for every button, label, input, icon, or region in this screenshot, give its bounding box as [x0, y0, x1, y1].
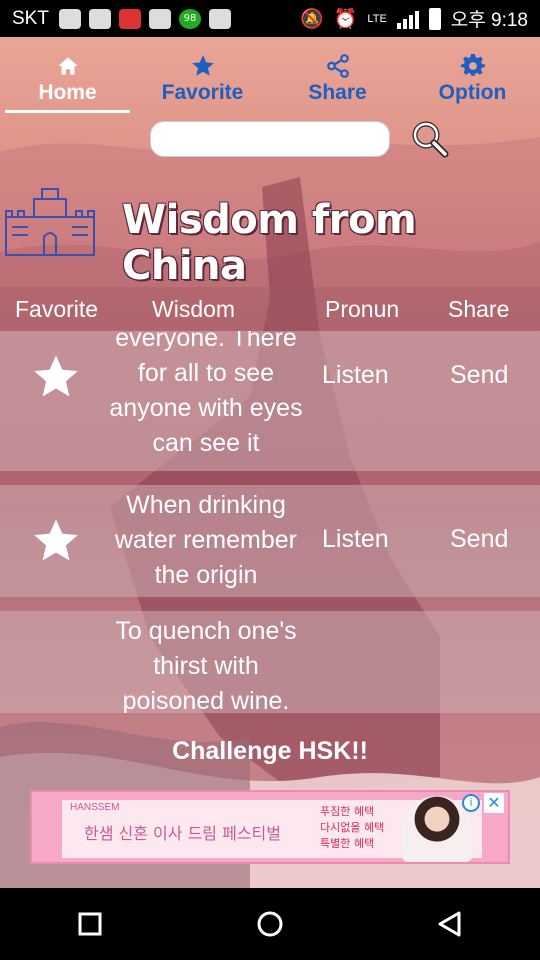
- wisdom-line: To quench one's: [115, 617, 297, 645]
- ad-close-icon[interactable]: ✕: [484, 793, 504, 813]
- chat-icon: [58, 8, 81, 29]
- system-icons: 🔕 ⏰ LTE 오후 9:18: [300, 5, 528, 32]
- tab-option-label: Option: [438, 81, 507, 104]
- ad-offer-line: 푸짐한 혜택: [320, 805, 375, 818]
- header-share: Share: [448, 295, 510, 322]
- favorite-star-icon[interactable]: [30, 515, 82, 567]
- header-pronun: Pronun: [325, 295, 400, 322]
- ad-headline: 한샘 신혼 이사 드림 페스티벌: [84, 824, 281, 843]
- send-button[interactable]: Send: [450, 361, 508, 390]
- table-row: When drinking water remember the origin …: [0, 485, 540, 597]
- clock: 오후 9:18: [450, 10, 528, 31]
- image-icon: [208, 8, 231, 29]
- wisdom-list[interactable]: everyone. There for all to see anyone wi…: [0, 331, 540, 714]
- search-input[interactable]: [150, 121, 390, 157]
- wisdom-line: water remember: [115, 526, 297, 554]
- recents-icon[interactable]: [72, 906, 108, 942]
- gate-logo-icon: [5, 188, 95, 256]
- table-row: everyone. There for all to see anyone wi…: [0, 331, 540, 471]
- mute-icon: 🔕: [300, 8, 324, 30]
- ad-offer-line: 다시없을 혜택: [320, 821, 385, 834]
- header-wisdom: Wisdom: [152, 295, 236, 322]
- link-icon: [148, 8, 171, 29]
- listen-button[interactable]: Listen: [322, 361, 389, 390]
- battery-icon: [428, 7, 441, 30]
- wisdom-text: everyone. There for all to see anyone wi…: [90, 331, 322, 461]
- send-button[interactable]: Send: [450, 525, 508, 554]
- header-favorite: Favorite: [15, 295, 99, 322]
- wisdom-line: everyone. There: [115, 331, 297, 352]
- status-bar: SKT 98 🔕 ⏰ LTE 오후 9:18: [0, 0, 540, 37]
- table-header: Favorite Wisdom Pronun Share: [0, 287, 540, 331]
- ad-brand: HANSSEM: [70, 802, 120, 813]
- adchoices-icon[interactable]: i: [462, 794, 480, 812]
- search-icon[interactable]: [410, 119, 450, 159]
- wisdom-line: poisoned wine.: [122, 687, 290, 713]
- tab-option[interactable]: Option: [405, 47, 540, 117]
- star-icon: [191, 55, 214, 76]
- listen-button[interactable]: Listen: [322, 525, 389, 554]
- wisdom-line: for all to see: [137, 359, 275, 387]
- ad-offer-line: 특별한 혜택: [320, 837, 375, 850]
- share-icon: [326, 54, 349, 78]
- wisdom-text: When drinking water remember the origin: [90, 488, 322, 593]
- badge-icon: 98: [178, 8, 201, 29]
- top-nav: Home Favorite Share Option: [0, 47, 540, 117]
- notification-icons: 98: [58, 8, 231, 29]
- wisdom-line: anyone with eyes: [109, 394, 303, 422]
- page-title: Wisdom from China: [122, 197, 417, 289]
- tab-home[interactable]: Home: [0, 47, 135, 117]
- gear-icon: [460, 53, 485, 76]
- red-app-icon: [118, 8, 141, 29]
- tab-home-label: Home: [38, 81, 97, 104]
- tab-share-label: Share: [308, 81, 367, 104]
- carrier-label: SKT: [12, 7, 49, 29]
- challenge-hsk-button[interactable]: Challenge HSK!!: [0, 737, 540, 766]
- tab-favorite[interactable]: Favorite: [135, 47, 270, 117]
- signal-icon: [396, 9, 419, 29]
- wisdom-line: can see it: [152, 429, 260, 457]
- tab-favorite-label: Favorite: [161, 81, 244, 104]
- favorite-star-icon[interactable]: [30, 351, 82, 403]
- tab-share[interactable]: Share: [270, 47, 405, 117]
- table-row: To quench one's thirst with poisoned win…: [0, 611, 540, 713]
- ad-banner[interactable]: HANSSEM 한샘 신혼 이사 드림 페스티벌 푸짐한 혜택 다시없을 혜택 …: [30, 790, 510, 864]
- app-icon: [88, 8, 111, 29]
- home-icon: [57, 57, 78, 75]
- app-screen: Home Favorite Share Option Wisdom from C…: [0, 37, 540, 888]
- system-nav-bar: [0, 888, 540, 960]
- back-icon[interactable]: [432, 906, 468, 942]
- wisdom-line: When drinking: [126, 491, 286, 519]
- wisdom-line: the origin: [154, 561, 258, 589]
- ad-offer: 푸짐한 혜택 다시없을 혜택 특별한 혜택: [320, 804, 384, 852]
- home-circle-icon[interactable]: [252, 906, 288, 942]
- wisdom-line: thirst with: [153, 652, 259, 680]
- wisdom-text: To quench one's thirst with poisoned win…: [90, 614, 322, 713]
- alarm-icon: ⏰: [333, 8, 358, 30]
- network-label: LTE: [367, 12, 387, 25]
